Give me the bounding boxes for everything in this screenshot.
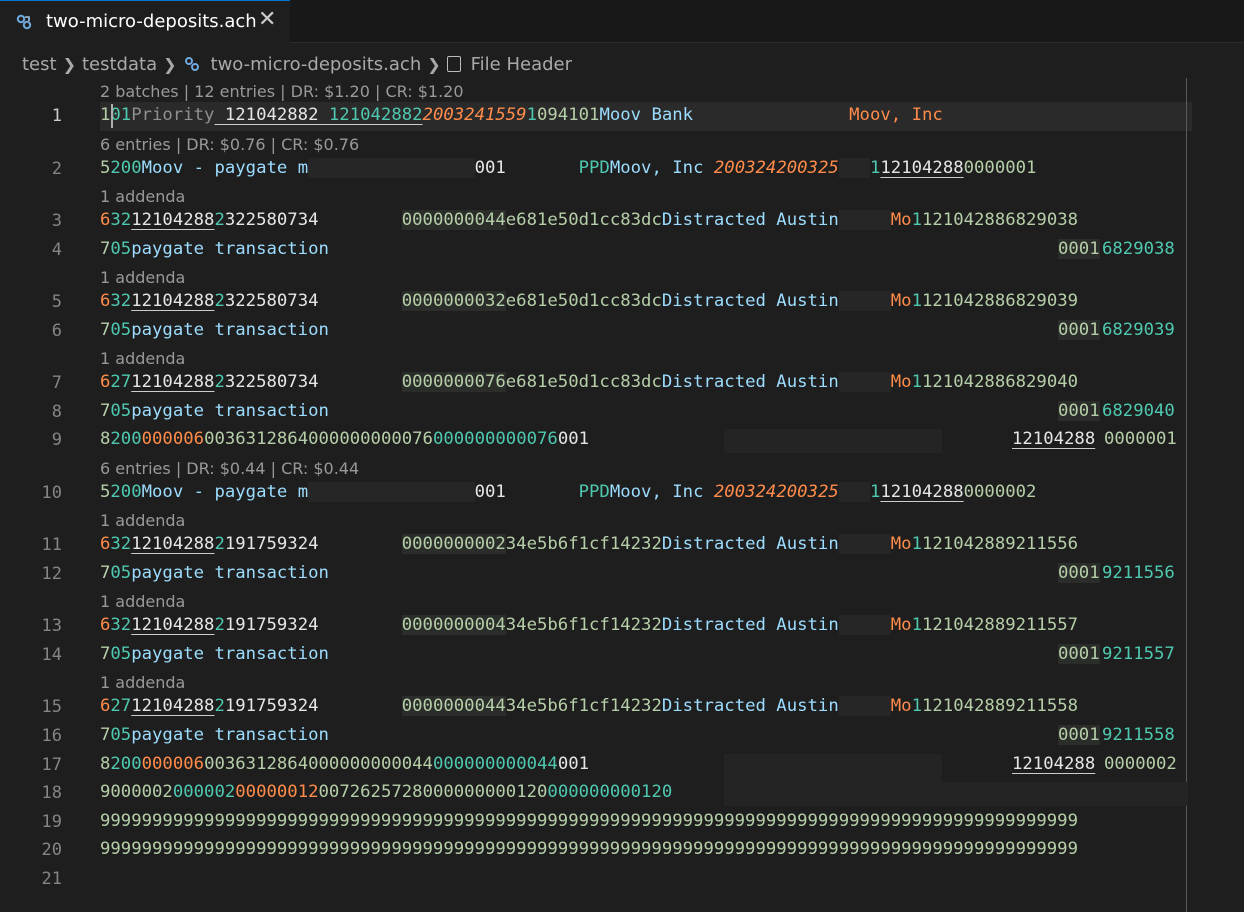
codelens-addenda[interactable]: 1 addenda xyxy=(100,673,185,692)
line-number: 4 xyxy=(51,240,62,260)
line-number: 8 xyxy=(51,402,62,422)
code-line-batch-header[interactable]: 5200Moov - paygate m 001 PPDMoov, Inc 20… xyxy=(100,482,1036,502)
codelens-addenda[interactable]: 1 addenda xyxy=(100,592,185,611)
line-number: 13 xyxy=(41,616,62,636)
codelens-addenda[interactable]: 1 addenda xyxy=(100,511,185,530)
line-number: 12 xyxy=(41,564,62,584)
chevron-right-icon: ❯ xyxy=(427,54,441,74)
line-number: 3 xyxy=(51,211,62,231)
code-line-entry-detail[interactable]: 632121042882191759324 000000000434e5b6f1… xyxy=(100,615,1078,635)
code-line-entry-detail[interactable]: 632121042882322580734 0000000032e681e50d… xyxy=(100,291,1078,311)
line-number: 17 xyxy=(41,755,62,775)
line-number: 9 xyxy=(51,430,62,450)
code-line-batch-control[interactable]: 8200000006003631286400000000004400000000… xyxy=(100,754,1177,806)
code-line-addenda[interactable]: 705paygate transaction 0001 6829038 xyxy=(100,239,1175,259)
codelens-batch-summary[interactable]: 6 entries | DR: $0.44 | CR: $0.44 xyxy=(100,459,359,478)
breadcrumb-item-testdata[interactable]: testdata xyxy=(82,54,157,75)
code-line-addenda[interactable]: 705paygate transaction 0001 9211556 xyxy=(100,563,1175,583)
code-line-batch-header[interactable]: 5200Moov - paygate m 001 PPDMoov, Inc 20… xyxy=(100,158,1036,178)
code-line-padding[interactable]: 9999999999999999999999999999999999999999… xyxy=(100,811,1078,831)
code-line-padding[interactable]: 9999999999999999999999999999999999999999… xyxy=(100,839,1078,859)
line-number: 1 xyxy=(51,106,62,126)
line-number: 2 xyxy=(51,159,62,179)
code-line-file-header[interactable]: 101Priority 121042882 121042882200324155… xyxy=(100,105,943,125)
line-number: 18 xyxy=(41,783,62,803)
breadcrumb-item-file[interactable]: two-micro-deposits.ach xyxy=(211,54,422,75)
breadcrumb: test ❯ testdata ❯ two-micro-deposits.ach… xyxy=(22,52,572,76)
ach-file-icon xyxy=(16,14,32,30)
ach-file-icon xyxy=(184,57,199,71)
breadcrumb-item-test[interactable]: test xyxy=(22,54,57,75)
close-icon[interactable]: ✕ xyxy=(258,7,276,32)
code-line-entry-detail[interactable]: 627121042882322580734 0000000076e681e50d… xyxy=(100,372,1078,392)
line-number: 7 xyxy=(51,373,62,393)
code-line-addenda[interactable]: 705paygate transaction 0001 6829040 xyxy=(100,401,1175,421)
file-symbol-icon xyxy=(446,56,461,72)
codelens-addenda[interactable]: 1 addenda xyxy=(100,349,185,368)
tab-bar: two-micro-deposits.ach ✕ xyxy=(0,0,1244,43)
line-number: 21 xyxy=(41,869,62,889)
codelens-file-summary[interactable]: 2 batches | 12 entries | DR: $1.20 | CR:… xyxy=(100,82,464,101)
line-number: 5 xyxy=(51,292,62,312)
code-line-batch-control[interactable]: 8200000006003631286400000000007600000000… xyxy=(100,429,1177,453)
tab-two-micro-deposits[interactable]: two-micro-deposits.ach ✕ xyxy=(0,0,290,43)
line-number: 14 xyxy=(41,645,62,665)
line-number: 15 xyxy=(41,697,62,717)
code-line-entry-detail[interactable]: 627121042882191759324 000000004434e5b6f1… xyxy=(100,696,1078,716)
line-number: 20 xyxy=(41,840,62,860)
code-line-addenda[interactable]: 705paygate transaction 0001 6829039 xyxy=(100,320,1175,340)
chevron-right-icon: ❯ xyxy=(62,54,76,74)
codelens-batch-summary[interactable]: 6 entries | DR: $0.76 | CR: $0.76 xyxy=(100,135,359,154)
line-number: 19 xyxy=(41,812,62,832)
editor[interactable]: 1 2 3 4 5 6 7 8 9 10 11 12 13 14 15 16 1… xyxy=(0,78,1244,912)
line-number: 16 xyxy=(41,726,62,746)
codelens-addenda[interactable]: 1 addenda xyxy=(100,268,185,287)
breadcrumb-item-file-header[interactable]: File Header xyxy=(471,54,572,75)
line-number: 11 xyxy=(41,535,62,555)
line-number: 6 xyxy=(51,321,62,341)
code-line-entry-detail[interactable]: 632121042882191759324 000000000234e5b6f1… xyxy=(100,534,1078,554)
code-line-addenda[interactable]: 705paygate transaction 0001 9211558 xyxy=(100,725,1175,745)
code-line-file-control[interactable]: 9000002000002000000120072625728000000000… xyxy=(100,782,1188,806)
code-line-entry-detail[interactable]: 632121042882322580734 0000000044e681e50d… xyxy=(100,210,1078,230)
text-cursor xyxy=(111,104,113,128)
tab-title: two-micro-deposits.ach xyxy=(46,11,257,32)
line-number: 10 xyxy=(41,483,62,503)
code-line-addenda[interactable]: 705paygate transaction 0001 9211557 xyxy=(100,644,1175,664)
chevron-right-icon: ❯ xyxy=(163,54,177,74)
codelens-addenda[interactable]: 1 addenda xyxy=(100,187,185,206)
